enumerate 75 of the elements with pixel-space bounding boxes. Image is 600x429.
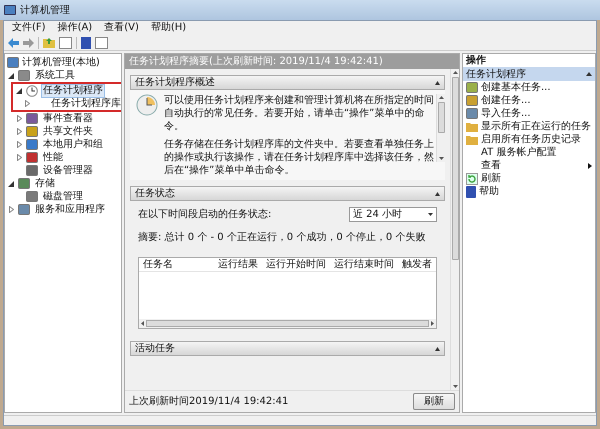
collapse-icon[interactable] [8, 180, 14, 186]
tree-item[interactable]: 任务计划程序 [41, 84, 105, 98]
back-icon[interactable] [8, 38, 19, 48]
scroll-down-icon[interactable] [438, 157, 444, 160]
collapse-icon[interactable] [8, 72, 14, 78]
collapse-icon[interactable] [435, 346, 440, 350]
actions-group-header[interactable]: 任务计划程序 [463, 67, 595, 81]
forward-icon[interactable] [23, 38, 34, 48]
action-item[interactable]: 创建任务... [481, 94, 592, 106]
expand-icon[interactable] [8, 206, 14, 213]
summary-header: 任务计划程序摘要(上次刷新时间: 2019/11/4 19:42:41) [125, 54, 459, 69]
collapse-icon[interactable] [16, 88, 22, 94]
vertical-scrollbar[interactable] [450, 69, 459, 390]
folder-icon [466, 134, 478, 144]
column-header[interactable]: 运行结果 [218, 258, 258, 271]
scroll-left-icon[interactable] [141, 321, 144, 326]
period-label: 在以下时间段启动的任务状态: [138, 208, 272, 222]
tree-item[interactable]: 设备管理器 [41, 164, 95, 178]
action-item[interactable]: 创建基本任务... [481, 82, 592, 94]
action-item[interactable]: AT 服务帐户配置 [481, 146, 592, 158]
tree-item[interactable]: 本地用户和组 [41, 138, 105, 152]
scroll-down-icon[interactable] [452, 385, 458, 388]
overview-scrollbar[interactable] [436, 94, 445, 162]
last-refresh-time: 上次刷新时间2019/11/4 19:42:41 [129, 394, 288, 409]
refresh-icon [466, 172, 478, 184]
column-header[interactable]: 运行开始时间 [266, 258, 326, 271]
action-item[interactable]: 导入任务... [481, 108, 592, 120]
overview-paragraph: 任务存储在任务计划程序库的文件夹中。若要查看单独任务上的操作或执行该操作，请在任务计划程序库中选择该任务，然后在“操作”菜单中单击命令。 [164, 138, 435, 177]
dropdown-caret-icon [428, 213, 433, 216]
folder-up-icon[interactable] [43, 37, 55, 48]
tree-item[interactable]: 系统工具 [33, 68, 77, 82]
action-item[interactable]: 启用所有任务历史记录 [481, 134, 592, 146]
scroll-right-icon[interactable] [431, 321, 434, 326]
section-title: 任务计划程序概述 [135, 76, 215, 90]
overview-paragraph: 可以使用任务计划程序来创建和管理计算机将在所指定的时间自动执行的常见任务。若要开始，请单击“操作”菜单中的命令。 [164, 94, 435, 133]
expand-icon[interactable] [16, 154, 22, 161]
action-item[interactable]: 显示所有正在运行的任务 [481, 120, 592, 132]
tree-item[interactable]: 服务和应用程序 [33, 202, 107, 216]
tree-item[interactable]: 磁盘管理 [41, 190, 85, 204]
menu-item[interactable]: 文件(F) [12, 22, 46, 34]
menu-item[interactable]: 查看(V) [104, 22, 139, 34]
app-icon [4, 5, 16, 15]
folder-icon [466, 122, 478, 132]
actions-title: 操作 [464, 54, 487, 67]
tree-item[interactable]: 性能 [41, 150, 65, 164]
action-item[interactable]: 帮助 [479, 186, 592, 198]
column-header[interactable]: 任务名 [143, 258, 210, 271]
column-header[interactable]: 运行结束时间 [334, 258, 394, 271]
action-item[interactable]: 查看 [481, 160, 585, 172]
column-header[interactable]: 触发者 [402, 258, 432, 271]
expand-icon[interactable] [16, 141, 22, 148]
clock-icon [26, 84, 38, 96]
scroll-up-icon[interactable] [438, 96, 444, 99]
tree-item[interactable]: 事件查看器 [41, 112, 95, 126]
period-dropdown[interactable]: 近 24 小时 [349, 207, 437, 222]
menu-item[interactable]: 操作(A) [58, 22, 92, 34]
expand-icon[interactable] [16, 115, 22, 122]
tree-item[interactable]: 计算机管理(本地) [22, 56, 100, 68]
tree-item[interactable]: 任务计划程序库 [49, 96, 121, 110]
collapse-icon[interactable] [435, 80, 440, 84]
tree-item[interactable]: 存储 [33, 176, 57, 190]
refresh-button[interactable]: 刷新 [413, 393, 455, 410]
expand-icon[interactable] [16, 128, 22, 135]
scroll-up-icon[interactable] [452, 71, 458, 74]
section-title: 任务状态 [135, 186, 175, 201]
horizontal-scrollbar[interactable] [139, 319, 436, 328]
menu-item[interactable]: 帮助(H) [150, 22, 186, 34]
expand-icon[interactable] [24, 100, 30, 107]
collapse-icon[interactable] [435, 192, 440, 196]
window-title: 计算机管理 [20, 4, 70, 18]
tree-item[interactable]: 共享文件夹 [41, 124, 95, 138]
summary-text: 摘要: 总计 0 个 - 0 个正在运行，0 个成功，0 个停止，0 个失败 [138, 230, 426, 245]
action-item[interactable]: 刷新 [481, 172, 592, 184]
section-title: 活动任务 [135, 342, 175, 356]
clock-icon [136, 94, 158, 116]
